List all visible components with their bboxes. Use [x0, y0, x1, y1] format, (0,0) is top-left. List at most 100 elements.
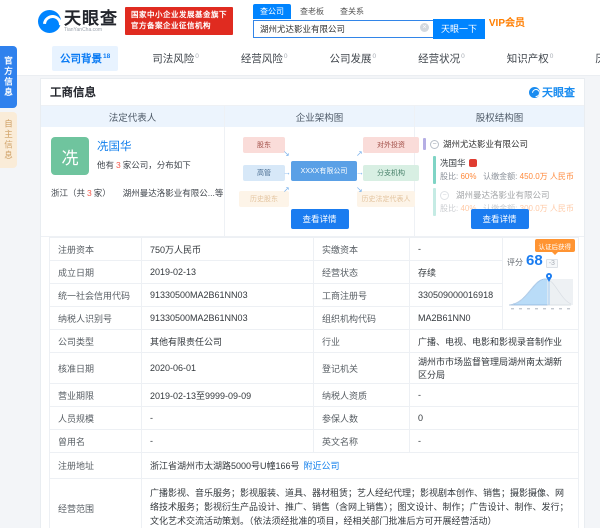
section-watermark: 天眼查 — [529, 84, 575, 100]
node-outbound-investment[interactable]: 对外投资 — [363, 137, 419, 153]
legal-rep-name-link[interactable]: 冼国华 — [97, 138, 191, 154]
node-branches[interactable]: 分支机构 — [363, 165, 419, 181]
section-title: 工商信息 — [50, 87, 96, 99]
tab-judicial-risk[interactable]: 司法风险0 — [144, 46, 207, 71]
field-label: 纳税人资质 — [313, 383, 410, 407]
field-label: 人员规模 — [49, 406, 142, 430]
field-label: 经营范围 — [49, 478, 142, 528]
tianyancha-logo[interactable]: 天眼查 TianYanCha.com — [38, 8, 118, 33]
business-scope-value: 广播影视、音乐服务；影视服装、道具、器材租赁；艺人经纪代理；影视剧本创作、销售；… — [141, 478, 579, 528]
field-label: 工商注册号 — [313, 283, 410, 307]
tab-history-info[interactable]: 历史信息0 — [587, 46, 600, 71]
node-history-shareholders[interactable]: 历史股东 — [239, 191, 289, 207]
arrow-icon: ↗ — [283, 185, 290, 194]
table-row: 统一社会信用代码 91330500MA2B61NN03 工商注册号 330509… — [49, 283, 579, 307]
tree-accent-bar — [423, 138, 426, 150]
search-tab-relation[interactable]: 查关系 — [333, 4, 371, 19]
table-row: 曾用名 - 英文名称 - — [49, 429, 579, 453]
field-label: 成立日期 — [49, 260, 142, 284]
field-value: 91330500MA2B61NN03 — [141, 306, 314, 330]
search-tab-company[interactable]: 查公司 — [253, 3, 291, 19]
business-registration-table: 注册资本 750万人民币 实缴资本 - 认证后获得 评分 68 -3 成立日期 … — [49, 237, 579, 528]
nearby-companies-link[interactable]: 附近公司 — [304, 461, 340, 471]
equity-holder-numbers: 股比: 60% 认缴金额: 450.0万 人民币 — [440, 172, 574, 181]
node-shareholders[interactable]: 股东 — [243, 137, 285, 153]
clear-search-icon[interactable]: × — [420, 22, 429, 32]
tab-count: 0 — [195, 52, 199, 60]
field-value: 2020-06-01 — [141, 352, 314, 384]
arrow-icon: → — [356, 168, 364, 177]
field-label: 实缴资本 — [313, 237, 410, 261]
equity-root-company[interactable]: 湖州尤达影业有限公司 — [443, 138, 528, 150]
top-header: 天眼查 TianYanCha.com 国家中小企业发展基金旗下 官方备案企业征信… — [0, 0, 600, 42]
field-value: - — [409, 383, 579, 407]
tab-count: 0 — [549, 52, 554, 60]
field-label: 行业 — [313, 329, 410, 353]
table-row-business-scope: 经营范围 广播影视、音乐服务；影视服装、道具、器材租赁；艺人经纪代理；影视剧本创… — [49, 478, 579, 528]
brand-domain: TianYanCha.com — [64, 26, 103, 33]
collapse-icon[interactable]: − — [440, 190, 449, 200]
certification-badge-line1: 国家中小企业发展基金旗下 — [131, 10, 227, 20]
sidebar-tab-official-info[interactable]: 官方信息 — [0, 46, 17, 108]
field-label: 统一社会信用代码 — [49, 283, 142, 307]
legal-rep-related-company-link[interactable]: 湖州曼达洛影业有限公...等 — [123, 187, 224, 199]
field-value: 广播、电视、电影和影视录音制作业 — [409, 329, 579, 353]
tab-operating-status[interactable]: 经营状况0 — [410, 46, 473, 71]
certification-badge-line2: 官方备案企业征信机构 — [131, 21, 211, 30]
tab-company-development[interactable]: 公司发展0 — [321, 46, 384, 71]
arrow-icon: ↗ — [356, 149, 363, 158]
enterprise-structure-header: 企业架构图 — [225, 106, 414, 127]
field-label: 营业期限 — [49, 383, 142, 407]
table-row: 核准日期 2020-06-01 登记机关 湖州市市场监督管理局湖州南太湖新区分局 — [49, 352, 579, 384]
tab-count: 0 — [461, 52, 465, 60]
field-label: 曾用名 — [49, 429, 142, 453]
registered-address: 浙江省湖州市太湖路5000号U幢166号 附近公司 — [141, 452, 579, 479]
sidebar-tab-self-info[interactable]: 自主信息 — [0, 112, 17, 168]
tab-intellectual-property[interactable]: 知识产权0 — [499, 46, 562, 71]
field-label: 注册地址 — [49, 452, 142, 479]
tab-count: 0 — [283, 52, 288, 60]
table-row: 人员规模 - 参保人数 0 — [49, 406, 579, 430]
node-center-company: XXXX有限公司 — [291, 161, 357, 181]
score-distribution-chart — [507, 273, 573, 310]
tab-operating-risk[interactable]: 经营风险0 — [233, 46, 296, 71]
section-nav: 公司背景18 司法风险0 经营风险0 公司发展0 经营状况0 知识产权0 历史信… — [0, 42, 600, 76]
tree-accent-bar — [433, 188, 436, 216]
field-label: 公司类型 — [49, 329, 142, 353]
field-label: 经营状态 — [313, 260, 410, 284]
arrow-icon: → — [283, 168, 291, 177]
field-value: - — [409, 429, 579, 453]
table-row-address: 注册地址 浙江省湖州市太湖路5000号U幢166号 附近公司 — [49, 452, 579, 479]
field-value: 330509000016918 — [409, 283, 503, 307]
table-row: 成立日期 2019-02-13 经营状态 存续 — [49, 260, 579, 284]
node-executives[interactable]: 高管 — [243, 165, 285, 181]
field-label: 参保人数 — [313, 406, 410, 430]
collapse-icon[interactable]: − — [430, 139, 439, 149]
field-value: 其他有限责任公司 — [141, 329, 314, 353]
brand-name: 天眼查 — [64, 8, 118, 28]
field-label: 英文名称 — [313, 429, 410, 453]
tab-count: 0 — [372, 52, 377, 60]
field-value: - — [141, 429, 314, 453]
equity-holder-name[interactable]: 冼国华 — [440, 157, 574, 169]
field-value: 2019-02-13 — [141, 260, 314, 284]
search-tab-boss[interactable]: 查老板 — [293, 4, 331, 19]
search-tabs: 查公司 查老板 查关系 — [253, 3, 485, 19]
field-value: MA2B61NN0 — [409, 306, 503, 330]
field-value: - — [409, 237, 503, 261]
page: 天眼查 TianYanCha.com 国家中小企业发展基金旗下 官方备案企业征信… — [0, 0, 600, 528]
arrow-icon: ↘ — [283, 149, 290, 158]
search-input[interactable] — [253, 19, 433, 38]
tab-company-background[interactable]: 公司背景18 — [52, 46, 119, 71]
equity-view-details-button[interactable]: 查看详情 — [470, 209, 529, 229]
avatar: 冼 — [51, 137, 89, 175]
vip-link[interactable]: VIP会员 — [489, 14, 525, 29]
equity-sub-company[interactable]: − 湖州曼达洛影业有限公司 — [440, 189, 574, 201]
node-history-legal-rep[interactable]: 历史法定代表人 — [357, 191, 415, 207]
field-value: 91330500MA2B61NN03 — [141, 283, 314, 307]
field-label: 组织机构代码 — [313, 306, 410, 330]
search-button[interactable]: 天眼一下 — [433, 18, 485, 39]
structure-view-details-button[interactable]: 查看详情 — [290, 209, 349, 229]
score-value: 68 — [526, 252, 543, 269]
field-label: 注册资本 — [49, 237, 142, 261]
